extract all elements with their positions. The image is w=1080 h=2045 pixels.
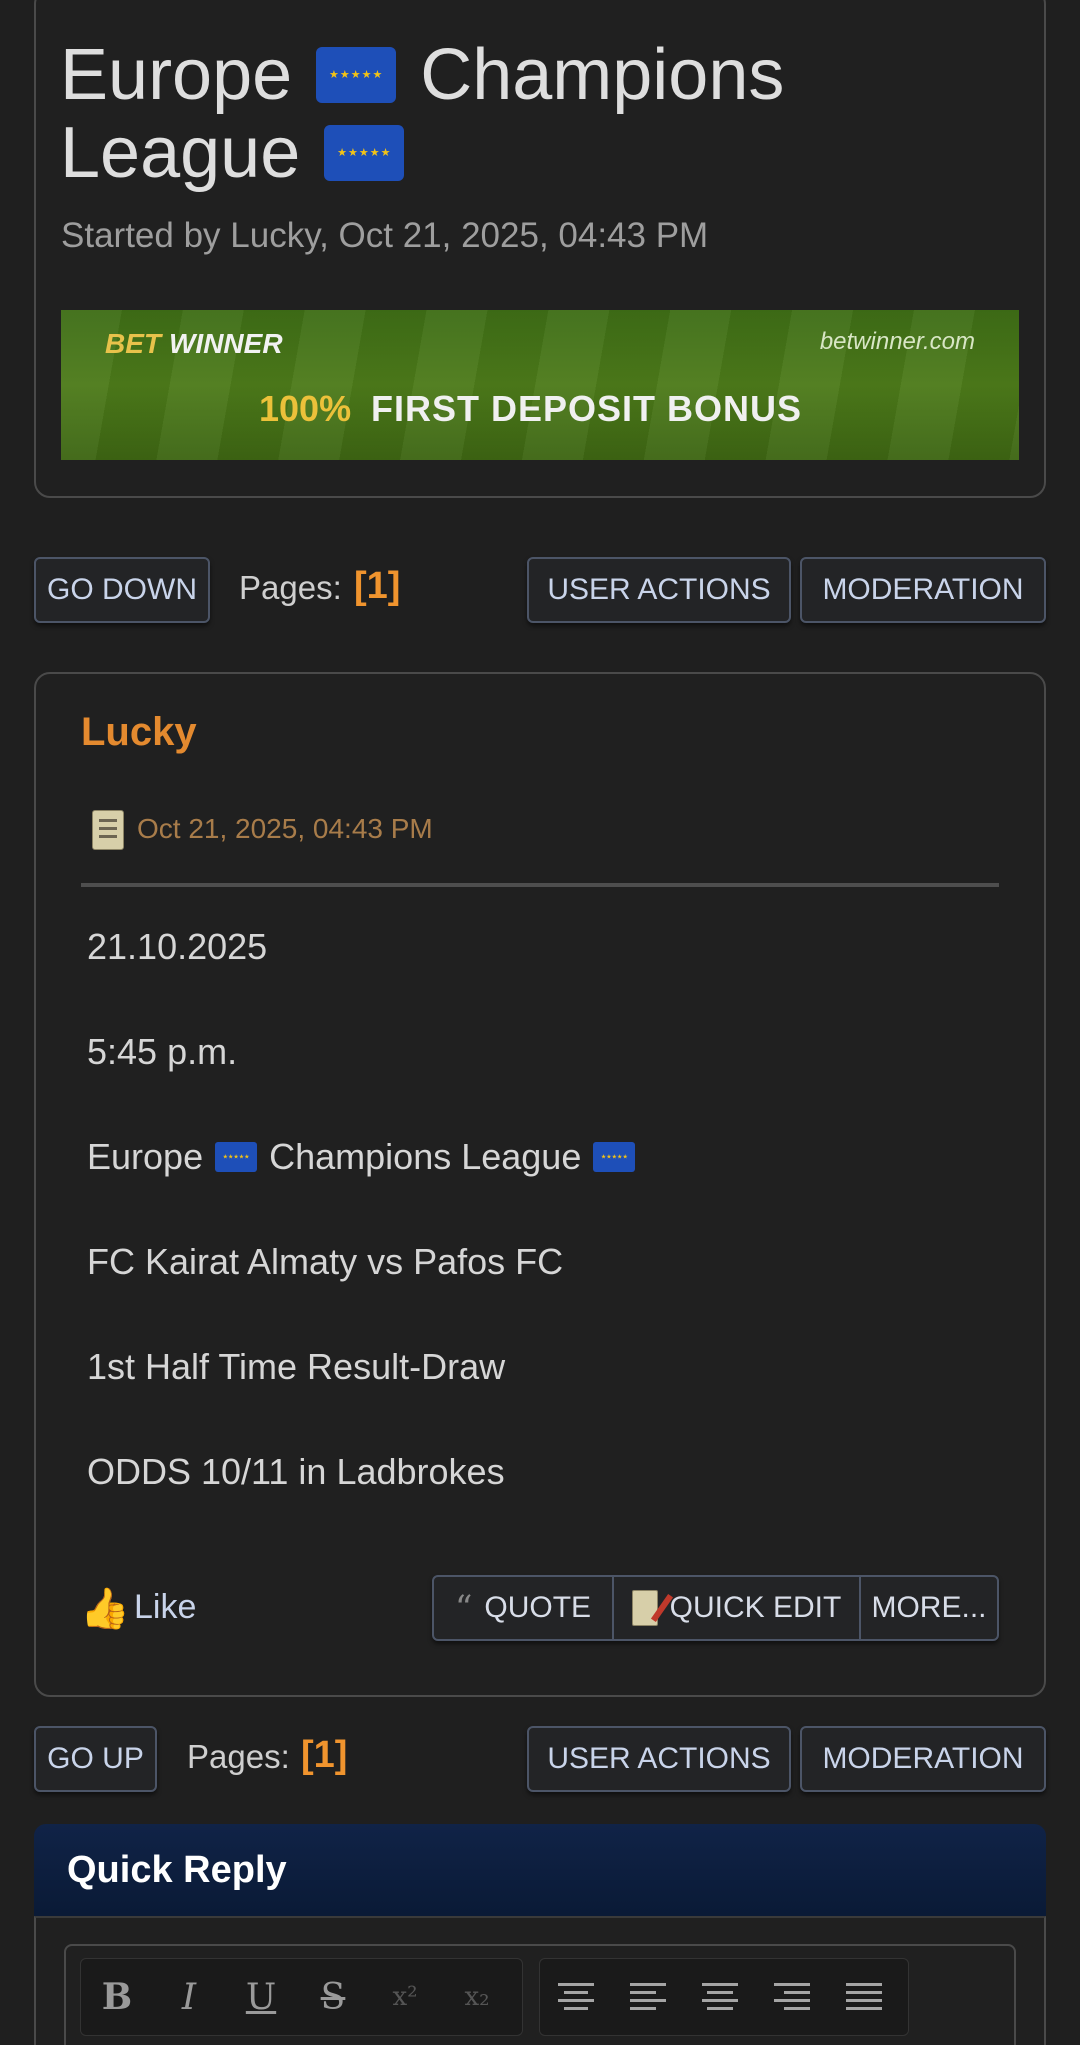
- post-actions-group: “ QUOTE QUICK EDIT MORE...: [432, 1575, 999, 1641]
- banner-brand-bet: BET: [105, 328, 161, 359]
- topic-started-by: Started by Lucky, Oct 21, 2025, 04:43 PM: [61, 216, 709, 255]
- go-down-button[interactable]: GO DOWN: [34, 557, 210, 623]
- eu-flag-icon: [324, 125, 405, 181]
- post-author[interactable]: Lucky: [81, 710, 197, 755]
- post-europe: Europe: [87, 1136, 204, 1177]
- document-icon: [92, 810, 124, 850]
- superscript-button[interactable]: x²: [369, 1959, 441, 2035]
- underline-button[interactable]: U: [225, 1959, 297, 2035]
- ad-banner[interactable]: BET WINNER betwinner.com 100% FIRST DEPO…: [61, 310, 1019, 460]
- quote-button[interactable]: “ QUOTE: [434, 1577, 614, 1639]
- edit-icon: [631, 1590, 658, 1626]
- quote-icon: “: [454, 1588, 473, 1628]
- quick-edit-label: QUICK EDIT: [669, 1591, 842, 1624]
- thumbs-up-icon[interactable]: 👍: [80, 1585, 130, 1632]
- user-actions-button[interactable]: USER ACTIONS: [527, 557, 791, 623]
- banner-offer: FIRST DEPOSIT BONUS: [371, 388, 803, 429]
- align-center-icon: [702, 1983, 738, 2011]
- bold-button[interactable]: B: [81, 1959, 153, 2035]
- title-europe: Europe: [60, 35, 293, 115]
- pre-format-icon: [558, 1983, 594, 2011]
- moderation-button[interactable]: MODERATION: [800, 557, 1046, 623]
- eu-flag-icon: [316, 47, 397, 103]
- strikethrough-button[interactable]: S: [297, 1959, 369, 2035]
- quick-edit-button[interactable]: QUICK EDIT: [614, 1577, 861, 1639]
- pages-label: Pages:: [187, 1738, 290, 1775]
- page-link-1[interactable]: [1]: [301, 1734, 347, 1777]
- pages-label: Pages:: [239, 569, 342, 606]
- subscript-button[interactable]: x₂: [441, 1959, 513, 2035]
- align-right-icon: [774, 1983, 810, 2011]
- align-left-button[interactable]: [612, 1959, 684, 2035]
- post-line-match: FC Kairat Almaty vs Pafos FC: [87, 1241, 564, 1282]
- banner-brand-winner: WINNER: [169, 328, 283, 359]
- eu-flag-icon: [215, 1142, 258, 1172]
- italic-button[interactable]: I: [153, 1959, 225, 2035]
- go-up-button[interactable]: GO UP: [34, 1726, 157, 1792]
- like-button[interactable]: Like: [134, 1588, 196, 1627]
- post-date[interactable]: Oct 21, 2025, 04:43 PM: [137, 813, 433, 845]
- post-line-date: 21.10.2025: [87, 926, 268, 967]
- format-toolbar: B I U S x² x₂: [80, 1958, 523, 2036]
- post-line-time: 5:45 p.m.: [87, 1031, 238, 1072]
- post-line-pick: 1st Half Time Result-Draw: [87, 1346, 506, 1387]
- quote-label: QUOTE: [484, 1591, 592, 1624]
- justify-icon: [846, 1983, 882, 2011]
- align-toolbar: [539, 1958, 909, 2036]
- banner-site: betwinner.com: [819, 328, 975, 355]
- post-line-competition: Europe Champions League: [87, 1136, 637, 1178]
- align-right-button[interactable]: [756, 1959, 828, 2035]
- title-league: League: [60, 113, 301, 193]
- post-line-odds: ODDS 10/11 in Ladbrokes: [87, 1451, 505, 1492]
- more-button[interactable]: MORE...: [861, 1577, 997, 1639]
- user-actions-button[interactable]: USER ACTIONS: [527, 1726, 791, 1792]
- eu-flag-icon: [593, 1142, 636, 1172]
- banner-percent: 100%: [259, 388, 352, 429]
- quick-reply-title: Quick Reply: [67, 1849, 287, 1891]
- align-left-icon: [630, 1983, 666, 2011]
- pre-format-button[interactable]: [540, 1959, 612, 2035]
- page-link-1[interactable]: [1]: [354, 565, 400, 608]
- title-champions: Champions: [420, 35, 785, 115]
- page: Europe Champions League Started by Lucky…: [0, 0, 1080, 2045]
- align-center-button[interactable]: [684, 1959, 756, 2035]
- justify-button[interactable]: [828, 1959, 900, 2035]
- moderation-button[interactable]: MODERATION: [800, 1726, 1046, 1792]
- divider: [81, 883, 999, 887]
- page-title: Europe Champions League: [60, 36, 960, 192]
- post-champions-league: Champions League: [269, 1136, 582, 1177]
